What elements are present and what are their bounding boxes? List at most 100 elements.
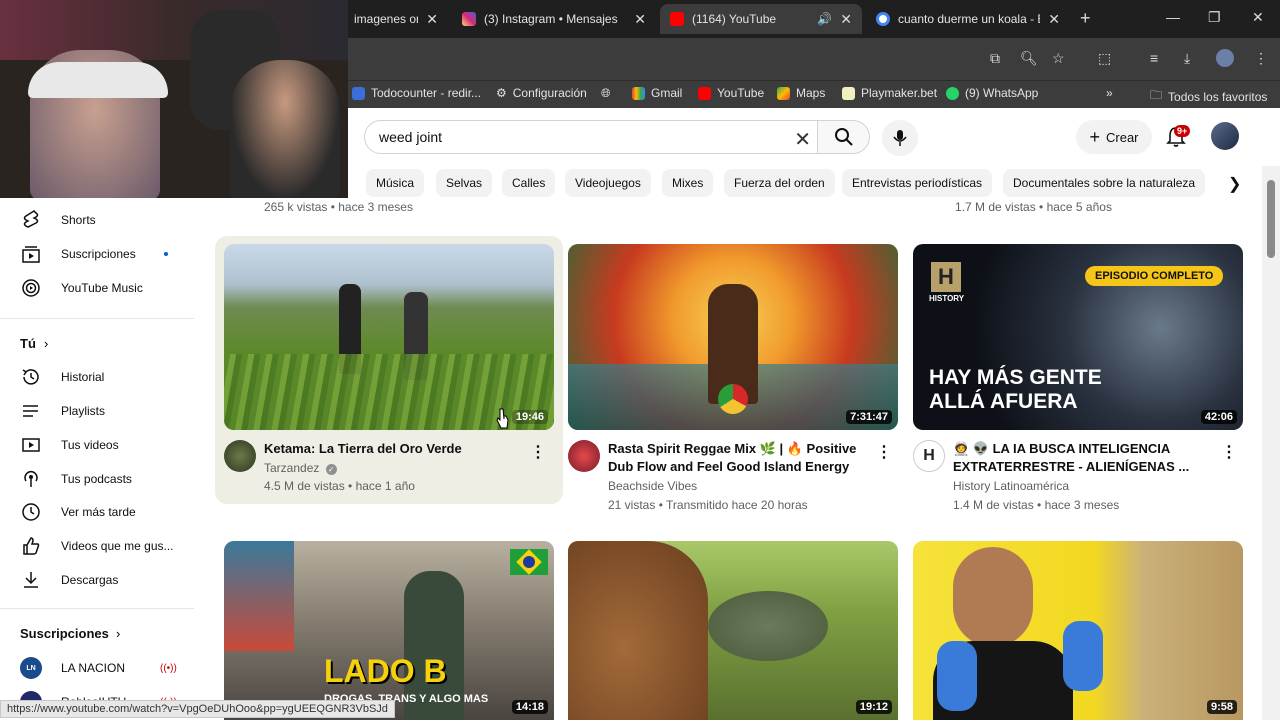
chip-interviews[interactable]: Entrevistas periodísticas — [842, 169, 993, 197]
plus-icon: + — [1089, 126, 1100, 147]
video-title[interactable]: Rasta Spirit Reggae Mix 🌿 | 🔥 Positive D… — [608, 440, 878, 476]
close-tab-icon[interactable]: ✕ — [840, 11, 852, 28]
clear-search-icon[interactable]: ✕ — [794, 127, 811, 152]
tab-google[interactable]: cuanto duerme un koala - B ✕ — [866, 4, 1070, 34]
zoom-icon[interactable]: 🔍︎ — [1020, 50, 1038, 67]
bookmark-label: Configuración — [512, 86, 587, 100]
bookmark-label: Todocounter - redir... — [371, 86, 482, 100]
scrollbar-thumb[interactable] — [1267, 180, 1275, 258]
tab-youtube[interactable]: (1164) YouTube 🔊 ✕ — [660, 4, 862, 34]
youtube-icon — [698, 86, 711, 100]
sidebar-item-watch-later[interactable]: Ver más tarde — [0, 495, 194, 529]
video-card[interactable]: 9:58 — [913, 541, 1243, 720]
more-options-icon[interactable]: ⋮ — [1221, 442, 1237, 462]
video-thumbnail[interactable]: LADO B DROGAS, TRANS Y ALGO MAS 14:18 — [224, 541, 554, 720]
bookmark-maps[interactable]: Maps — [777, 86, 825, 100]
chip-music[interactable]: Música — [366, 169, 425, 197]
sidebar-item-podcasts[interactable]: Tus podcasts — [0, 462, 194, 496]
sidebar-item-subscriptions[interactable]: Suscripciones — [0, 237, 194, 271]
install-app-icon[interactable]: ⧉ — [990, 50, 1000, 67]
video-card[interactable]: 19:12 — [568, 541, 898, 720]
video-thumbnail[interactable]: 7:31:47 — [568, 244, 898, 430]
video-card[interactable]: 19:46 Ketama: La Tierra del Oro Verde Ta… — [224, 244, 554, 504]
sidebar-item-downloads[interactable]: Descargas — [0, 563, 194, 597]
close-tab-icon[interactable]: ✕ — [1048, 11, 1060, 28]
bookmarks-overflow[interactable]: » — [1106, 86, 1113, 100]
mouse-cursor — [496, 408, 509, 429]
tab-images[interactable]: imagenes or ✕ — [344, 4, 448, 34]
video-channel[interactable]: Beachside Vibes — [608, 479, 697, 493]
sidebar-you-heading[interactable]: Tú › — [0, 326, 194, 360]
video-channel[interactable]: History Latinoamérica — [953, 479, 1069, 493]
minimize-icon[interactable]: — — [1166, 9, 1180, 25]
sidebar-item-history[interactable]: Historial — [0, 360, 194, 394]
bookmark-playmaker[interactable]: Playmaker.bet — [842, 86, 937, 100]
voice-search-button[interactable] — [882, 120, 918, 156]
close-window-icon[interactable]: ✕ — [1252, 9, 1264, 26]
menu-icon[interactable]: ⋮ — [1254, 50, 1268, 67]
chip-law-enforcement[interactable]: Fuerza del orden — [724, 169, 835, 197]
video-thumbnail[interactable]: 19:12 — [568, 541, 898, 720]
sidebar-subscriptions-heading[interactable]: Suscripciones › — [0, 616, 194, 650]
channel-avatar[interactable] — [568, 440, 600, 472]
chip-mixes[interactable]: Mixes — [662, 169, 714, 197]
chip-streets[interactable]: Calles — [502, 169, 556, 197]
extensions-icon[interactable]: ⬚ — [1098, 50, 1111, 67]
video-channel[interactable]: Tarzandez ✓ — [264, 461, 337, 475]
video-title[interactable]: 🧑‍🚀 👽 LA IA BUSCA INTELIGENCIA EXTRATERR… — [953, 440, 1223, 476]
search-button[interactable] — [818, 120, 870, 154]
bookmark-youtube[interactable]: YouTube — [698, 86, 764, 100]
bookmark-whatsapp[interactable]: (9) WhatsApp — [946, 86, 1038, 100]
scrollbar[interactable] — [1262, 166, 1280, 720]
create-label: Crear — [1106, 129, 1139, 145]
sidebar-item-liked[interactable]: Videos que me gus... — [0, 529, 194, 563]
chip-videogames[interactable]: Videojuegos — [565, 169, 651, 197]
more-options-icon[interactable]: ⋮ — [876, 442, 892, 462]
video-title[interactable]: Ketama: La Tierra del Oro Verde — [264, 440, 534, 458]
channel-avatar[interactable] — [224, 440, 256, 472]
google-icon — [876, 12, 890, 26]
video-card[interactable]: LADO B DROGAS, TRANS Y ALGO MAS 14:18 — [224, 541, 554, 720]
create-button[interactable]: + Crear — [1076, 120, 1152, 154]
close-tab-icon[interactable]: ✕ — [426, 11, 438, 28]
video-meta: 1.4 M de vistas • hace 3 meses — [953, 498, 1120, 512]
account-avatar[interactable] — [1211, 122, 1239, 150]
divider — [0, 608, 194, 609]
chevron-right-icon[interactable]: ❯ — [1228, 174, 1241, 194]
bookmark-star-icon[interactable]: ☆ — [1052, 50, 1065, 67]
all-favorites[interactable]: 🗀 Todos los favoritos — [1150, 86, 1267, 107]
video-thumbnail[interactable]: 9:58 — [913, 541, 1243, 720]
bookmark-todocounter[interactable]: Todocounter - redir... — [352, 86, 481, 100]
video-duration: 19:12 — [855, 700, 892, 714]
sidebar-sub-lanacion[interactable]: LN LA NACION ((•)) — [0, 651, 194, 685]
video-thumbnail[interactable]: H HISTORY EPISODIO COMPLETO HAY MÁS GENT… — [913, 244, 1243, 430]
bookmark-globe[interactable]: 🌐︎ — [601, 86, 611, 101]
restore-icon[interactable]: ❐ — [1208, 9, 1221, 26]
chip-jungles[interactable]: Selvas — [436, 169, 493, 197]
tab-title: (3) Instagram • Mensajes — [484, 12, 618, 26]
download-icon[interactable]: ⤓ — [1184, 50, 1190, 67]
video-card[interactable]: 7:31:47 Rasta Spirit Reggae Mix 🌿 | 🔥 Po… — [568, 244, 898, 514]
sidebar-item-playlists[interactable]: Playlists — [0, 394, 194, 428]
divider — [0, 318, 194, 319]
search-input[interactable]: weed joint ✕ — [364, 120, 818, 154]
close-tab-icon[interactable]: ✕ — [634, 11, 646, 28]
video-thumbnail[interactable]: 19:46 — [224, 244, 554, 430]
more-options-icon[interactable]: ⋮ — [530, 442, 546, 462]
channel-avatar[interactable]: H — [913, 440, 945, 472]
bookmark-gmail[interactable]: Gmail — [632, 86, 682, 100]
history-icon — [20, 366, 42, 388]
profile-icon[interactable] — [1216, 49, 1234, 67]
sidebar-item-youtube-music[interactable]: YouTube Music — [0, 271, 194, 305]
sidebar-item-shorts[interactable]: Shorts — [0, 203, 194, 237]
bookmark-config[interactable]: ⚙ Configuración — [496, 86, 587, 100]
brazil-flag-icon — [510, 549, 548, 575]
chip-nature-docs[interactable]: Documentales sobre la naturaleza — [1003, 169, 1206, 197]
new-tab-icon[interactable]: + — [1080, 8, 1091, 29]
sidebar-item-your-videos[interactable]: Tus videos — [0, 428, 194, 462]
audio-playing-icon[interactable]: 🔊 — [817, 12, 832, 26]
video-card[interactable]: H HISTORY EPISODIO COMPLETO HAY MÁS GENT… — [913, 244, 1243, 514]
gmail-icon — [632, 86, 645, 100]
media-control-icon[interactable]: ≡ — [1150, 50, 1158, 66]
tab-instagram[interactable]: (3) Instagram • Mensajes ✕ — [452, 4, 656, 34]
